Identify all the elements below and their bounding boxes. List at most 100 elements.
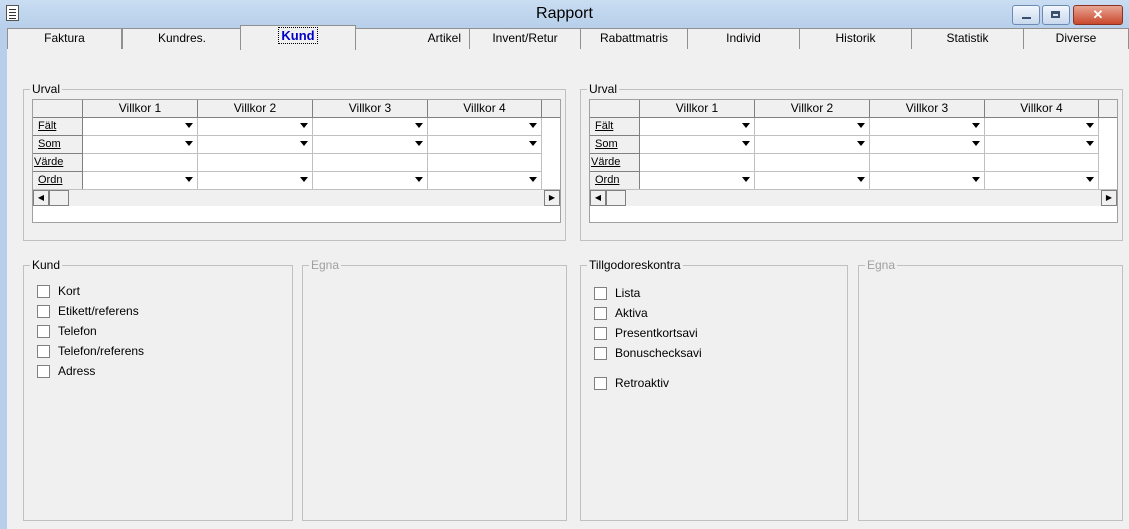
checkbox-box[interactable] [594,327,607,341]
tab-faktura[interactable]: Faktura [7,28,122,49]
tab-diverse[interactable]: Diverse [1023,28,1129,49]
checkbox-box[interactable] [37,325,50,339]
chevron-down-icon[interactable] [857,123,865,128]
varde-input-2[interactable] [198,154,313,172]
chevron-down-icon[interactable] [529,123,537,128]
tab-individ[interactable]: Individ [687,28,800,49]
tab-artikel[interactable]: Artikel [355,28,470,49]
checkbox-box[interactable] [594,307,607,321]
horizontal-scrollbar[interactable]: ◀ ▶ [590,189,1117,206]
varde-input-2[interactable] [755,154,870,172]
checkbox-presentkortsavi[interactable]: Presentkortsavi [594,326,698,344]
chevron-down-icon[interactable] [415,177,423,182]
row-label: Fält [38,120,57,132]
ordn-dropdown-1[interactable] [83,172,198,190]
chevron-down-icon[interactable] [1086,141,1094,146]
scroll-left-icon[interactable]: ◀ [590,190,606,206]
minimize-button[interactable] [1012,5,1040,25]
urval-grid-right[interactable]: Villkor 1 Villkor 2 Villkor 3 Villkor 4 … [589,99,1118,223]
chevron-down-icon[interactable] [742,123,750,128]
varde-input-1[interactable] [640,154,755,172]
chevron-down-icon[interactable] [1086,123,1094,128]
chevron-down-icon[interactable] [185,141,193,146]
falt-dropdown-2[interactable] [755,118,870,136]
checkbox-box[interactable] [37,345,50,359]
tab-statistik[interactable]: Statistik [911,28,1024,49]
som-dropdown-4[interactable] [428,136,542,154]
som-dropdown-1[interactable] [640,136,755,154]
tab-kund[interactable]: Kund [240,25,356,50]
ordn-dropdown-3[interactable] [870,172,985,190]
checkbox-box[interactable] [37,365,50,379]
checkbox-retroaktiv[interactable]: Retroaktiv [594,376,669,394]
chevron-down-icon[interactable] [415,123,423,128]
scroll-thumb[interactable] [49,190,69,206]
chevron-down-icon[interactable] [972,123,980,128]
checkbox-box[interactable] [594,347,607,361]
scroll-left-icon[interactable]: ◀ [33,190,49,206]
som-dropdown-1[interactable] [83,136,198,154]
checkbox-telefon[interactable]: Telefon [37,324,97,342]
chevron-down-icon[interactable] [415,141,423,146]
ordn-dropdown-4[interactable] [985,172,1099,190]
chevron-down-icon[interactable] [972,177,980,182]
chevron-down-icon[interactable] [742,177,750,182]
tab-rabattmatris[interactable]: Rabattmatris [580,28,688,49]
scroll-right-icon[interactable]: ▶ [544,190,560,206]
varde-input-4[interactable] [985,154,1099,172]
ordn-dropdown-1[interactable] [640,172,755,190]
maximize-button[interactable] [1042,5,1070,25]
checkbox-etikett-referens[interactable]: Etikett/referens [37,304,139,322]
chevron-down-icon[interactable] [857,177,865,182]
scroll-thumb[interactable] [606,190,626,206]
som-dropdown-2[interactable] [198,136,313,154]
som-dropdown-3[interactable] [313,136,428,154]
checkbox-box[interactable] [594,287,607,301]
checkbox-telefon-referens[interactable]: Telefon/referens [37,344,144,362]
varde-input-1[interactable] [83,154,198,172]
chevron-down-icon[interactable] [529,177,537,182]
chevron-down-icon[interactable] [1086,177,1094,182]
checkbox-aktiva[interactable]: Aktiva [594,306,648,324]
checkbox-lista[interactable]: Lista [594,286,640,304]
varde-input-3[interactable] [313,154,428,172]
som-dropdown-4[interactable] [985,136,1099,154]
chevron-down-icon[interactable] [185,123,193,128]
ordn-dropdown-3[interactable] [313,172,428,190]
falt-dropdown-1[interactable] [640,118,755,136]
ordn-dropdown-2[interactable] [198,172,313,190]
checkbox-bonuschecksavi[interactable]: Bonuschecksavi [594,346,702,364]
close-button[interactable]: ✕ [1073,5,1123,25]
horizontal-scrollbar[interactable]: ◀ ▶ [33,189,560,206]
falt-dropdown-2[interactable] [198,118,313,136]
varde-input-3[interactable] [870,154,985,172]
scroll-right-icon[interactable]: ▶ [1101,190,1117,206]
falt-dropdown-1[interactable] [83,118,198,136]
checkbox-adress[interactable]: Adress [37,364,95,382]
som-dropdown-3[interactable] [870,136,985,154]
checkbox-box[interactable] [37,285,50,299]
chevron-down-icon[interactable] [972,141,980,146]
chevron-down-icon[interactable] [185,177,193,182]
falt-dropdown-4[interactable] [985,118,1099,136]
tab-invent-retur[interactable]: Invent/Retur [469,28,581,49]
chevron-down-icon[interactable] [300,141,308,146]
chevron-down-icon[interactable] [742,141,750,146]
urval-grid-left[interactable]: Villkor 1 Villkor 2 Villkor 3 Villkor 4 … [32,99,561,223]
chevron-down-icon[interactable] [300,177,308,182]
checkbox-box[interactable] [37,305,50,319]
ordn-dropdown-2[interactable] [755,172,870,190]
chevron-down-icon[interactable] [300,123,308,128]
falt-dropdown-3[interactable] [313,118,428,136]
chevron-down-icon[interactable] [857,141,865,146]
falt-dropdown-4[interactable] [428,118,542,136]
chevron-down-icon[interactable] [529,141,537,146]
checkbox-kort[interactable]: Kort [37,284,80,302]
tab-historik[interactable]: Historik [799,28,912,49]
ordn-dropdown-4[interactable] [428,172,542,190]
checkbox-box[interactable] [594,377,607,391]
som-dropdown-2[interactable] [755,136,870,154]
varde-input-4[interactable] [428,154,542,172]
falt-dropdown-3[interactable] [870,118,985,136]
tab-kundres[interactable]: Kundres. [122,28,242,49]
